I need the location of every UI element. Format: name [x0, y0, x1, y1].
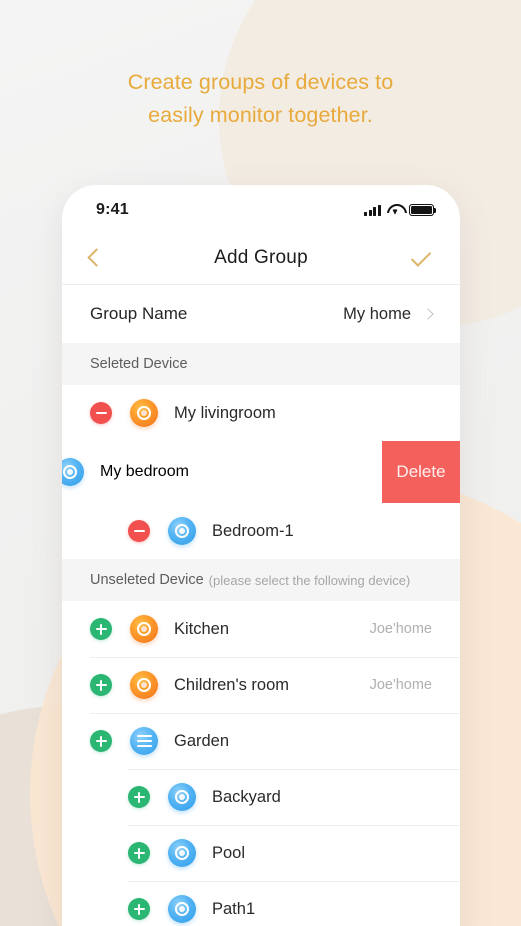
plus-circle-icon[interactable]	[128, 786, 150, 808]
camera-orange-icon	[130, 399, 158, 427]
list-item-label: Garden	[174, 731, 230, 750]
list-item-label: My bedroom	[100, 463, 189, 480]
list-item[interactable]: Backyard	[62, 769, 460, 825]
list-item[interactable]: Garden	[62, 713, 460, 769]
selected-device-section-title: Seleted Device	[90, 356, 188, 372]
camera-blue-icon	[168, 895, 196, 923]
swipe-row-content[interactable]: My bedroom	[62, 458, 382, 486]
plus-circle-icon[interactable]	[128, 842, 150, 864]
list-item-label: Bedroom-1	[212, 521, 294, 540]
group-name-row[interactable]: Group Name My home	[62, 285, 460, 343]
plus-circle-icon[interactable]	[90, 618, 112, 640]
list-item-label: Kitchen	[174, 619, 230, 638]
list-item-swiped[interactable]: My bedroom Delete	[62, 441, 460, 503]
plus-circle-icon[interactable]	[90, 674, 112, 696]
list-item[interactable]: Children's room Joe'home	[62, 657, 460, 713]
page-title: Add Group	[214, 246, 308, 268]
list-item[interactable]: Kitchen Joe'home	[62, 601, 460, 657]
promo-headline: Create groups of devices to easily monit…	[0, 66, 521, 132]
camera-blue-icon	[168, 517, 196, 545]
status-bar-icons	[364, 203, 437, 217]
list-item-label: Path1	[212, 899, 256, 918]
list-item[interactable]: Bedroom-1	[62, 503, 460, 559]
chevron-right-icon	[422, 308, 434, 320]
unselected-device-section-title: Unseleted Device	[90, 572, 204, 588]
list-item[interactable]: My livingroom	[62, 385, 460, 441]
camera-blue-icon	[62, 458, 84, 486]
unselected-device-list: Kitchen Joe'home Children's room Joe'hom…	[62, 601, 460, 926]
list-item-label: Backyard	[212, 787, 281, 806]
group-name-value: My home	[343, 304, 411, 323]
unselected-device-section-hint: (please select the following device)	[208, 572, 411, 588]
status-bar: 9:41	[62, 185, 460, 231]
selected-device-list: My livingroom My bedroom Delete Bedroom-…	[62, 385, 460, 559]
plus-circle-icon[interactable]	[128, 898, 150, 920]
camera-blue-icon	[168, 783, 196, 811]
list-item-owner: Joe'home	[369, 677, 432, 693]
battery-icon	[409, 203, 437, 217]
unselected-device-section-header: Unseleted Device (please select the foll…	[62, 559, 460, 601]
delete-button[interactable]: Delete	[382, 441, 460, 503]
list-item-label: Children's room	[174, 675, 290, 694]
list-item-label: Pool	[212, 843, 246, 862]
camera-orange-icon	[130, 615, 158, 643]
phone-mockup: 9:41 Add Group Group Name My home Selete…	[62, 185, 460, 926]
list-item[interactable]: Pool	[62, 825, 460, 881]
promo-headline-line-1: Create groups of devices to	[127, 70, 394, 94]
selected-device-section-header: Seleted Device	[62, 343, 460, 385]
nvr-blue-icon	[130, 727, 158, 755]
list-item-owner: Joe'home	[369, 621, 432, 637]
minus-circle-icon[interactable]	[90, 402, 112, 424]
list-item-label: My livingroom	[174, 403, 276, 422]
status-bar-time: 9:41	[96, 201, 129, 218]
plus-circle-icon[interactable]	[90, 730, 112, 752]
cellular-signal-icon	[364, 204, 381, 216]
minus-circle-icon[interactable]	[128, 520, 150, 542]
promo-headline-line-2: easily monitor together.	[148, 103, 373, 127]
camera-orange-icon	[130, 671, 158, 699]
group-name-label: Group Name	[90, 304, 188, 323]
wifi-icon	[387, 204, 403, 216]
camera-blue-icon	[168, 839, 196, 867]
list-item[interactable]: Path1	[62, 881, 460, 926]
navigation-bar: Add Group	[62, 231, 460, 285]
